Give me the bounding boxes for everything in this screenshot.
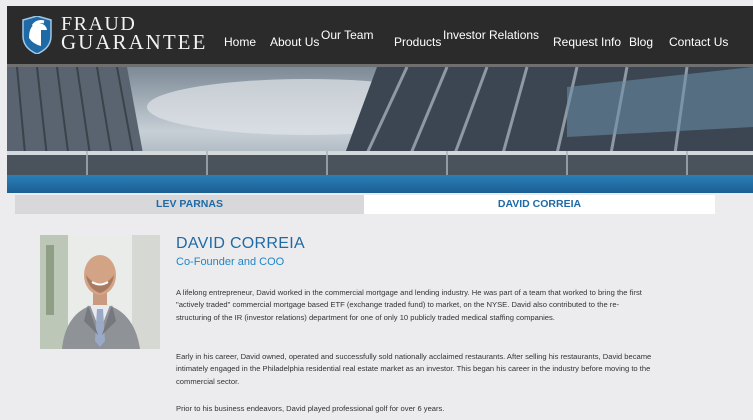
hero-banner-image — [7, 67, 753, 175]
tab-david-correia[interactable]: DAVID CORREIA — [364, 195, 715, 214]
nav-home[interactable]: Home — [224, 35, 256, 49]
nav-investor-relations[interactable]: Investor Relations — [443, 28, 539, 42]
nav-request-info[interactable]: Request Info — [553, 35, 621, 49]
nav-contact-us[interactable]: Contact Us — [669, 35, 728, 49]
profile-title: Co-Founder and COO — [176, 256, 285, 268]
site-header: FRAUD GUARANTEE Home About Us Our Team P… — [7, 6, 753, 64]
profile-photo — [40, 235, 160, 349]
bio-paragraph-3: Prior to his business endeavors, David p… — [176, 404, 445, 413]
brand-wordmark[interactable]: FRAUD GUARANTEE — [61, 14, 208, 54]
spartan-helmet-logo-icon[interactable] — [21, 15, 53, 55]
bio-paragraph-2: Early in his career, David owned, operat… — [176, 352, 652, 386]
tab-lev-parnas[interactable]: LEV PARNAS — [15, 195, 364, 214]
nav-our-team[interactable]: Our Team — [321, 28, 373, 42]
banner-accent-bar — [7, 175, 753, 193]
brand-line-2: GUARANTEE — [61, 30, 208, 54]
profile-name: DAVID CORREIA — [176, 235, 305, 252]
bio-paragraph-1: A lifelong entrepreneur, David worked in… — [176, 288, 642, 322]
nav-blog[interactable]: Blog — [629, 35, 653, 49]
nav-products[interactable]: Products — [394, 35, 441, 49]
nav-about-us[interactable]: About Us — [270, 35, 319, 49]
